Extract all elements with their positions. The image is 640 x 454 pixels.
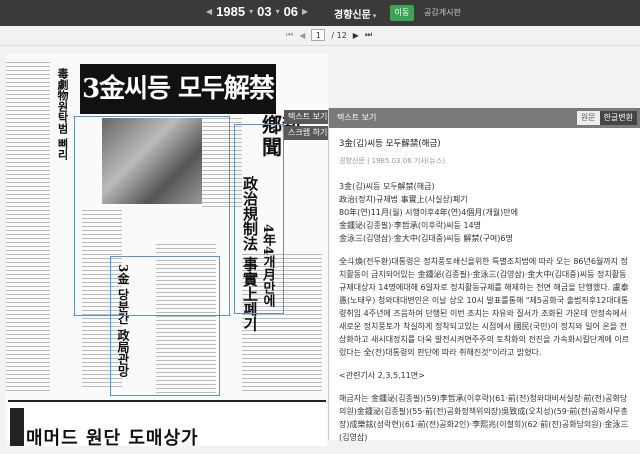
article-title: 3金(김)씨등 모두解禁(해금) [339, 139, 441, 149]
panel-header: 텍스트 보기 원문 한글변환 [329, 108, 640, 128]
lead-line: 金泳三(김영삼)·金大中(김대중)씨등 解禁(구여)6명 [339, 234, 513, 243]
side-tabs: 텍스트 보기 스크랩 하기 [284, 110, 328, 142]
tab-original[interactable]: 원문 [576, 111, 600, 125]
prev-date-icon[interactable]: ◀ [206, 7, 212, 16]
lead-line: 政治(정치)규제법 事實上(사실상)폐기 [339, 195, 468, 204]
ad-text: 매머드 원단 도매상가 [26, 428, 199, 446]
lead-line: 金鍾泌(김종필)·李哲承(이후락)씨등 14명 [339, 221, 481, 230]
newspaper-page-image[interactable]: 3金씨등 모두解禁 鄕新聞 政治規制法 事實上폐기 4年4개月만에 3金 당분간… [6, 54, 328, 446]
top-navigation-bar: ◀ 1985 ▾ 03 ▾ 06 ▶ 경향신문 ▾ 이동 공감게시판 [0, 0, 640, 26]
page-controls: ⏮ ◀ 1 / 12 ▶ ⏭ [286, 29, 372, 41]
main-headline: 3金씨등 모두解禁 [80, 64, 276, 114]
article-paragraph: 해금자는 金鍾泌(김종필)(59)李哲承(이후락)(61·前(전)청와대비서실장… [339, 394, 629, 442]
panel-title: 텍스트 보기 [337, 113, 377, 122]
month-dropdown-icon[interactable]: ▾ [276, 7, 280, 16]
share-board-link[interactable]: 공감게시판 [424, 7, 461, 18]
side-tab-text-view[interactable]: 텍스트 보기 [284, 110, 328, 124]
total-pages: / 12 [331, 30, 347, 40]
year-dropdown-icon[interactable]: ▾ [249, 7, 253, 16]
related-articles: <관련기사 2,3,5,11면> [339, 371, 425, 380]
panel-body: 3金(김)씨등 모두解禁(해금) 경향신문 | 1985.03.06 기사(뉴스… [339, 138, 633, 454]
advertisement: 매머드 원단 도매상가 [8, 400, 326, 446]
article-meta: 경향신문 | 1985.03.06 기사(뉴스) [339, 157, 446, 165]
text-view-panel: 텍스트 보기 원문 한글변환 3金(김)씨등 모두解禁(해금) 경향신문 | 1… [328, 108, 640, 442]
lead-line: 80年(연)11月(월) 시행이후4年(연)4個月(개월)만에 [339, 208, 519, 217]
tab-hangul[interactable]: 한글변환 [599, 111, 637, 125]
next-date-icon[interactable]: ▶ [302, 7, 308, 16]
panel-tabs: 원문 한글변환 [576, 111, 637, 125]
newspaper-select-label: 경향신문 [334, 10, 371, 21]
page-number-input[interactable]: 1 [311, 29, 326, 41]
ad-tag [10, 408, 24, 446]
text-column [6, 62, 50, 392]
article-boundary [110, 256, 220, 396]
chevron-down-icon: ▾ [372, 12, 377, 20]
first-page-icon[interactable]: ⏮ [286, 30, 293, 40]
article-boundary [234, 124, 284, 314]
lead-line: 3金(김)씨등 모두解禁(해금) [339, 182, 435, 191]
article-lead: 3金(김)씨등 모두解禁(해금) 政治(정치)규제법 事實上(사실상)폐기 80… [339, 180, 633, 245]
page-navigation-bar: ⏮ ◀ 1 / 12 ▶ ⏭ [0, 26, 640, 46]
next-page-icon[interactable]: ▶ [353, 31, 359, 40]
left-headline: 毒劇物원탁범 뼈리 [56, 68, 69, 160]
newspaper-select[interactable]: 경향신문 ▾ [334, 6, 376, 21]
side-tab-scrap[interactable]: 스크랩 하기 [284, 126, 328, 140]
day-field[interactable]: 06 [282, 4, 300, 19]
article-paragraph: 全斗煥(전두환)대통령은 정치풍토쇄신을위한 특별조치법에 따라 오는 86년6… [339, 257, 630, 357]
go-button[interactable]: 이동 [390, 5, 414, 21]
year-field[interactable]: 1985 [214, 4, 247, 19]
month-field[interactable]: 03 [255, 4, 273, 19]
date-selector: ◀ 1985 ▾ 03 ▾ 06 ▶ [206, 4, 308, 19]
last-page-icon[interactable]: ⏭ [365, 30, 372, 40]
prev-page-icon[interactable]: ◀ [299, 31, 305, 40]
